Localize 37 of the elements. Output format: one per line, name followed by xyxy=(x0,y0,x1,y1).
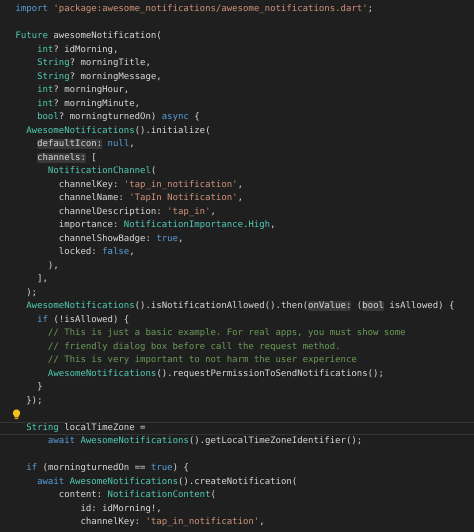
code-line: channelName: 'TapIn Notification', xyxy=(58,193,244,203)
code-line: import 'package:awesome_notifications/awesome_notifications.dart'; xyxy=(15,4,374,14)
code-line: channels: [ xyxy=(36,152,97,162)
code-line: bool? morningturnedOn) async { xyxy=(36,112,200,122)
code-line: id: idMorning!, xyxy=(79,504,162,514)
code-line: String localTimeZone = xyxy=(25,422,146,432)
lightbulb-icon[interactable] xyxy=(12,409,21,420)
code-line: await AwesomeNotifications().createNotification( xyxy=(36,476,298,486)
code-line: } xyxy=(36,382,43,392)
code-line: String? morningMessage, xyxy=(36,72,162,82)
code-line: int? morningMinute, xyxy=(36,98,140,108)
code-line: content: NotificationContent( xyxy=(58,490,216,500)
code-line: NotificationChannel( xyxy=(46,166,156,176)
code-line: int? morningHour, xyxy=(36,85,130,95)
code-line: // This is very important to not harm the user experience xyxy=(46,355,357,365)
code-line: locked: false, xyxy=(58,247,135,257)
code-line: await AwesomeNotifications().getLocalTimeZoneIdentifier(); xyxy=(46,436,362,446)
code-line: ], xyxy=(36,274,48,284)
code-line: AwesomeNotifications().initialize( xyxy=(25,126,210,136)
code-line: defaultIcon: null, xyxy=(36,139,135,149)
code-line: channelKey: 'tap_in_notification', xyxy=(58,180,244,190)
code-line: if (!isAllowed) { xyxy=(36,314,130,324)
code-line: if (morningturnedOn == true) { xyxy=(25,463,189,473)
code-line: String? morningTitle, xyxy=(36,58,151,68)
code-line: // friendly dialog box before call the request method. xyxy=(46,342,341,352)
code-line: AwesomeNotifications().isNotificationAllowed().then(onValue: (bool isAllowed) { xyxy=(25,301,454,311)
code-line: }); xyxy=(25,396,43,406)
code-line: channelShowBadge: true, xyxy=(58,234,184,244)
code-line: // This is just a basic example. For real apps, you must show some xyxy=(46,328,406,338)
code-line: channelDescription: 'tap_in', xyxy=(58,206,216,216)
code-line: channelKey: 'tap_in_notification', xyxy=(79,517,265,527)
code-line: ), xyxy=(46,260,59,270)
code-line: int? idMorning, xyxy=(36,44,118,54)
code-line: importance: NotificationImportance.High, xyxy=(58,220,276,230)
code-line: Future awesomeNotification( xyxy=(15,31,162,41)
code-line: AwesomeNotifications().requestPermissionToSendNotifications(); xyxy=(46,368,384,378)
code-line: ); xyxy=(25,288,38,298)
